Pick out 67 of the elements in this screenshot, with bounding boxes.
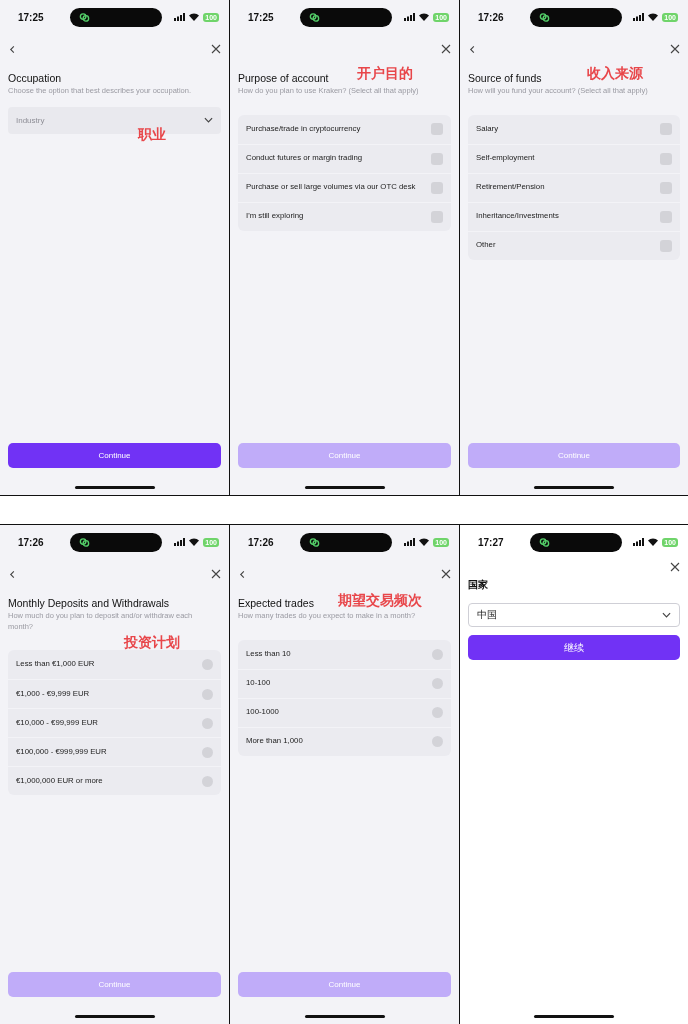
link-icon xyxy=(538,536,550,548)
radio-button[interactable] xyxy=(202,775,213,787)
wifi-icon xyxy=(648,538,659,546)
close-icon[interactable] xyxy=(670,562,680,572)
link-icon xyxy=(538,11,550,23)
wifi-icon xyxy=(189,13,200,21)
radio-button[interactable] xyxy=(432,648,443,660)
radio-button[interactable] xyxy=(202,659,213,670)
continue-button[interactable]: Continue xyxy=(8,443,221,468)
back-icon[interactable] xyxy=(238,569,247,579)
status-time: 17:25 xyxy=(18,11,45,23)
signal-icon xyxy=(404,538,416,546)
back-icon[interactable] xyxy=(8,44,17,54)
screen-title: 国家 xyxy=(468,579,488,591)
signal-icon xyxy=(633,13,645,21)
radio-button[interactable] xyxy=(432,707,443,718)
radio-button[interactable] xyxy=(202,746,213,758)
annotation-label: 期望交易频次 xyxy=(338,593,422,607)
annotation-label: 开户目的 xyxy=(357,66,413,80)
link-icon xyxy=(79,11,91,23)
radio-button[interactable] xyxy=(432,678,443,689)
checkbox[interactable] xyxy=(431,123,443,135)
checkbox[interactable] xyxy=(660,210,672,223)
checkbox[interactable] xyxy=(431,210,443,223)
radio-button[interactable] xyxy=(202,717,213,729)
wifi-icon xyxy=(648,13,659,21)
checkbox[interactable] xyxy=(431,152,443,165)
link-icon xyxy=(79,536,91,548)
signal-icon xyxy=(404,13,416,21)
back-icon[interactable] xyxy=(8,569,17,579)
annotation-label: 收入来源 xyxy=(587,66,643,80)
wifi-icon xyxy=(419,538,430,546)
wifi-icon xyxy=(419,13,430,21)
continue-button[interactable]: 继续 xyxy=(468,635,680,660)
link-icon xyxy=(309,536,321,548)
status-time: 17:26 xyxy=(478,11,505,23)
signal-icon xyxy=(174,538,186,546)
close-icon[interactable] xyxy=(670,44,680,54)
status-time: 17:27 xyxy=(478,536,505,548)
screen-title: Expected trades xyxy=(238,597,314,609)
screen-title: Monthly Deposits and Withdrawals xyxy=(8,597,170,609)
signal-icon xyxy=(174,13,186,21)
signal-icon xyxy=(633,538,645,546)
close-icon[interactable] xyxy=(211,44,221,54)
checkbox[interactable] xyxy=(431,181,443,194)
close-icon[interactable] xyxy=(211,569,221,579)
chevron-down-icon xyxy=(662,612,671,618)
annotation-label: 投资计划 xyxy=(124,635,180,649)
close-icon[interactable] xyxy=(441,44,451,54)
select-field[interactable]: 中国 xyxy=(468,603,680,627)
status-time: 17:26 xyxy=(18,536,45,548)
screen-title: Purpose of account xyxy=(238,72,329,84)
radio-button[interactable] xyxy=(432,736,443,747)
status-time: 17:25 xyxy=(248,11,275,23)
wifi-icon xyxy=(189,538,200,546)
screen-title: Source of funds xyxy=(468,72,542,84)
screen-title: Occupation xyxy=(8,72,62,84)
link-icon xyxy=(309,11,321,23)
status-time: 17:26 xyxy=(248,536,275,548)
checkbox[interactable] xyxy=(660,239,672,252)
close-icon[interactable] xyxy=(441,569,451,579)
chevron-down-icon xyxy=(204,117,213,123)
radio-button[interactable] xyxy=(202,688,213,700)
checkbox[interactable] xyxy=(660,123,672,135)
checkbox[interactable] xyxy=(660,181,672,194)
back-icon[interactable] xyxy=(468,44,477,54)
checkbox[interactable] xyxy=(660,152,672,165)
